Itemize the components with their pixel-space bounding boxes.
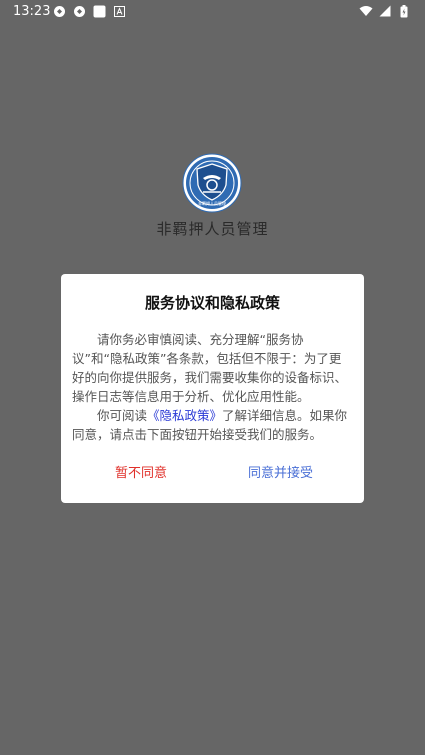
square-app-icon [92, 4, 106, 18]
app-name: 非羁押人员管理 [156, 220, 269, 238]
signal-icon [378, 4, 392, 18]
dialog-title: 服务协议和隐私政策 [144, 294, 280, 312]
status-time: 13:23 [13, 4, 51, 19]
agree-button[interactable]: 同意并接受 [248, 462, 313, 481]
logo-caption: 非羁押人员管理 [198, 200, 226, 206]
dialog-body: 请你务必审慎阅读、充分理解“服务协议”和“隐私政策”各条款，包括但不限于：为了更… [72, 330, 353, 444]
status-icons-left [52, 4, 126, 18]
dialog-paragraph-2: 你可阅读《隐私政策》了解详细信息。如果你同意，请点击下面按钮开始接受我们的服务。 [72, 406, 353, 444]
status-bar: 13:23 [0, 0, 425, 24]
paragraph-2-prefix: 你可阅读 [97, 408, 148, 423]
sync-icon [52, 4, 66, 18]
disagree-button[interactable]: 暂不同意 [115, 462, 167, 481]
status-icons-right [359, 4, 411, 18]
privacy-policy-link[interactable]: 《隐私政策》 [147, 408, 222, 423]
battery-icon [397, 4, 411, 18]
app-logo: 非羁押人员管理 [182, 153, 242, 213]
sync-icon [72, 4, 86, 18]
wifi-icon [359, 4, 373, 18]
privacy-dialog: 服务协议和隐私政策 请你务必审慎阅读、充分理解“服务协议”和“隐私政策”各条款，… [61, 274, 364, 503]
dialog-paragraph-1: 请你务必审慎阅读、充分理解“服务协议”和“隐私政策”各条款，包括但不限于：为了更… [72, 332, 348, 404]
font-icon [112, 4, 126, 18]
